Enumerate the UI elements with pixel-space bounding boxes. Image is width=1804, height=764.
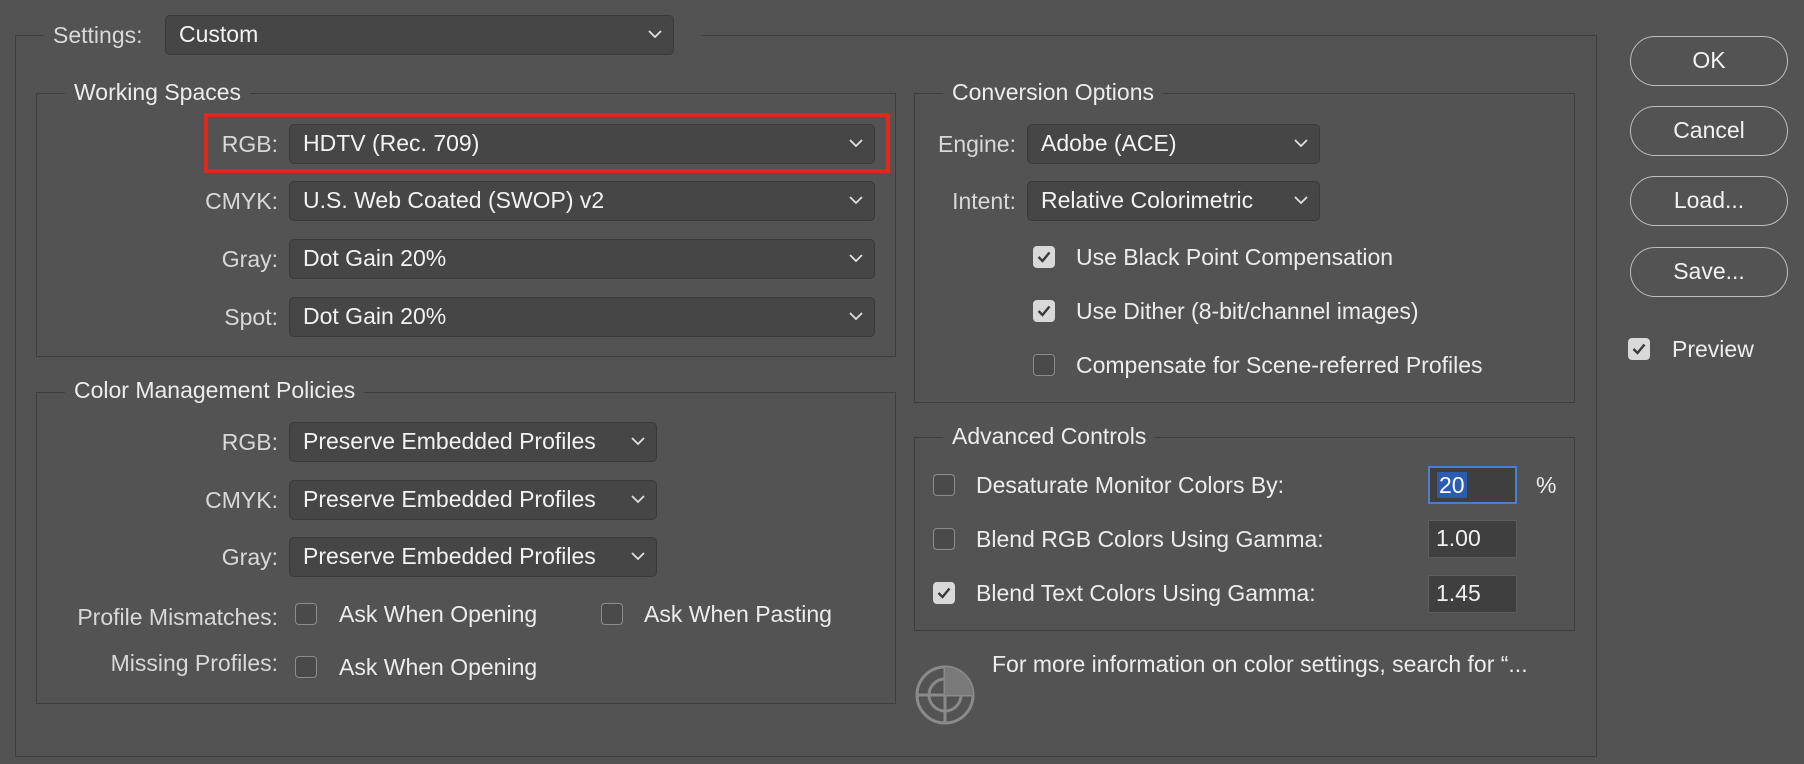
ok-button[interactable]: OK xyxy=(1630,36,1788,86)
cancel-button[interactable]: Cancel xyxy=(1630,106,1788,156)
intent-label: Intent: xyxy=(952,188,1016,214)
checkmark-icon xyxy=(1037,305,1051,317)
scene-referred-label[interactable]: Compensate for Scene-referred Profiles xyxy=(1076,350,1483,380)
save-button[interactable]: Save... xyxy=(1630,247,1788,297)
chevron-down-icon xyxy=(849,312,863,321)
checkmark-icon xyxy=(937,587,951,599)
blend-rgb-label[interactable]: Blend RGB Colors Using Gamma: xyxy=(976,524,1324,554)
desaturate-label[interactable]: Desaturate Monitor Colors By: xyxy=(976,470,1284,500)
missing-ask-opening-label[interactable]: Ask When Opening xyxy=(339,652,537,682)
ws-gray-value: Dot Gain 20% xyxy=(303,245,447,271)
intent-dropdown[interactable]: Relative Colorimetric xyxy=(1027,181,1320,221)
percent-unit: % xyxy=(1536,472,1557,498)
chevron-down-icon xyxy=(631,552,645,561)
preview-label[interactable]: Preview xyxy=(1672,334,1754,364)
intent-value: Relative Colorimetric xyxy=(1041,187,1254,213)
mismatch-ask-pasting-checkbox[interactable] xyxy=(601,603,623,625)
working-spaces-title: Working Spaces xyxy=(65,77,251,107)
policy-cmyk-label: CMYK: xyxy=(205,487,278,513)
black-point-label[interactable]: Use Black Point Compensation xyxy=(1076,242,1393,272)
missing-ask-opening-checkbox[interactable] xyxy=(295,656,317,678)
ws-cmyk-label: CMYK: xyxy=(205,188,278,214)
policy-gray-dropdown[interactable]: Preserve Embedded Profiles xyxy=(289,537,657,577)
checkmark-icon xyxy=(1632,343,1646,355)
blend-rgb-value: 1.00 xyxy=(1436,525,1481,551)
settings-dropdown[interactable]: Custom xyxy=(165,15,674,55)
policy-cmyk-dropdown[interactable]: Preserve Embedded Profiles xyxy=(289,480,657,520)
policy-gray-label: Gray: xyxy=(221,544,278,570)
policy-rgb-dropdown[interactable]: Preserve Embedded Profiles xyxy=(289,422,657,462)
desaturate-checkbox[interactable] xyxy=(933,474,955,496)
desaturate-input[interactable]: 20 xyxy=(1428,466,1517,504)
mismatch-ask-opening-checkbox[interactable] xyxy=(295,603,317,625)
chevron-down-icon xyxy=(648,30,662,39)
settings-value: Custom xyxy=(179,21,259,47)
chevron-down-icon xyxy=(1294,196,1308,205)
chevron-down-icon xyxy=(631,437,645,446)
load-button[interactable]: Load... xyxy=(1630,176,1788,226)
conversion-title: Conversion Options xyxy=(943,77,1163,107)
policies-title: Color Management Policies xyxy=(65,375,365,405)
ws-spot-label: Spot: xyxy=(224,304,278,330)
rgb-highlight-box xyxy=(204,113,890,173)
mismatch-ask-pasting-label[interactable]: Ask When Pasting xyxy=(644,599,832,629)
mismatch-ask-opening-label[interactable]: Ask When Opening xyxy=(339,599,537,629)
blend-text-label[interactable]: Blend Text Colors Using Gamma: xyxy=(976,578,1316,608)
dither-checkbox[interactable] xyxy=(1033,300,1055,322)
chevron-down-icon xyxy=(849,254,863,263)
blend-text-value: 1.45 xyxy=(1436,580,1481,606)
chevron-down-icon xyxy=(849,196,863,205)
desaturate-value: 20 xyxy=(1437,472,1467,498)
blend-rgb-input[interactable]: 1.00 xyxy=(1428,520,1517,558)
scene-referred-checkbox[interactable] xyxy=(1033,354,1055,376)
color-wheel-icon xyxy=(915,665,975,725)
black-point-checkbox[interactable] xyxy=(1033,246,1055,268)
ws-gray-dropdown[interactable]: Dot Gain 20% xyxy=(289,239,875,279)
ws-spot-dropdown[interactable]: Dot Gain 20% xyxy=(289,297,875,337)
ws-cmyk-value: U.S. Web Coated (SWOP) v2 xyxy=(303,187,605,213)
advanced-title: Advanced Controls xyxy=(943,421,1156,451)
blend-text-input[interactable]: 1.45 xyxy=(1428,575,1517,613)
checkmark-icon xyxy=(1037,251,1051,263)
policy-rgb-label: RGB: xyxy=(221,429,278,455)
ws-gray-label: Gray: xyxy=(221,246,278,272)
profile-mismatches-label: Profile Mismatches: xyxy=(77,604,278,630)
preview-checkbox[interactable] xyxy=(1628,338,1650,360)
engine-value: Adobe (ACE) xyxy=(1041,130,1177,156)
blend-rgb-checkbox[interactable] xyxy=(933,528,955,550)
settings-label: Settings: xyxy=(53,22,143,48)
policy-rgb-value: Preserve Embedded Profiles xyxy=(303,428,596,454)
policy-gray-value: Preserve Embedded Profiles xyxy=(303,543,596,569)
policy-cmyk-value: Preserve Embedded Profiles xyxy=(303,486,596,512)
chevron-down-icon xyxy=(1294,139,1308,148)
blend-text-checkbox[interactable] xyxy=(933,582,955,604)
info-text: For more information on color settings, … xyxy=(992,651,1528,677)
chevron-down-icon xyxy=(631,495,645,504)
dither-label[interactable]: Use Dither (8-bit/channel images) xyxy=(1076,296,1419,326)
engine-dropdown[interactable]: Adobe (ACE) xyxy=(1027,124,1320,164)
engine-label: Engine: xyxy=(937,131,1016,157)
missing-profiles-label: Missing Profiles: xyxy=(110,650,278,676)
ws-cmyk-dropdown[interactable]: U.S. Web Coated (SWOP) v2 xyxy=(289,181,875,221)
ws-spot-value: Dot Gain 20% xyxy=(303,303,447,329)
